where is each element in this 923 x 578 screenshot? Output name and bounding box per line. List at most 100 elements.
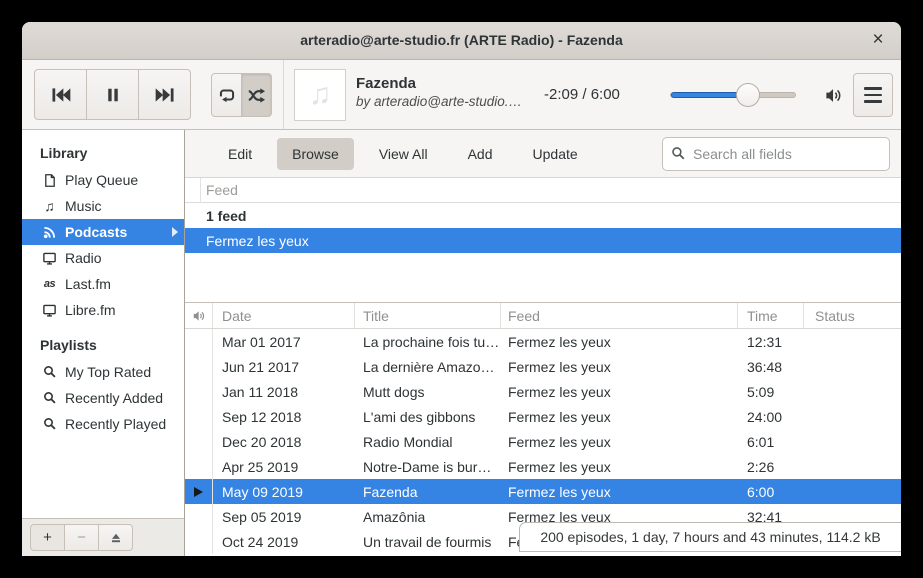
titlebar: arteradio@arte-studio.fr (ARTE Radio) - … <box>22 22 901 60</box>
feed-column-header[interactable]: Feed <box>501 303 738 328</box>
date-column-header[interactable]: Date <box>213 303 355 328</box>
browse-button[interactable]: Browse <box>277 138 354 170</box>
sidebar-item-my-top-rated[interactable]: My Top Rated <box>22 359 184 385</box>
feed-column-header[interactable]: Feed <box>185 178 901 203</box>
sidebar-item-label: Play Queue <box>65 172 138 188</box>
skip-backward-icon <box>50 84 72 106</box>
episode-row-selected[interactable]: May 09 2019 Fazenda Fermez les yeux 6:00 <box>185 479 901 504</box>
title-column-header[interactable]: Title <box>355 303 501 328</box>
time-display: -2:09 / 6:00 <box>544 86 620 103</box>
sidebar-item-lastfm[interactable]: as Last.fm <box>22 271 184 297</box>
album-art-placeholder: ♫ <box>294 69 346 121</box>
main-panel: Edit Browse View All Add Update <box>185 130 901 556</box>
episode-row[interactable]: Dec 20 2018 Radio Mondial Fermez les yeu… <box>185 429 901 454</box>
playing-column-header[interactable] <box>185 303 213 328</box>
pause-button[interactable] <box>86 69 139 120</box>
podcast-toolbar: Edit Browse View All Add Update <box>185 130 901 178</box>
next-button[interactable] <box>138 69 191 120</box>
hamburger-menu-icon <box>864 87 882 103</box>
music-note-icon: ♫ <box>309 78 332 112</box>
speaker-icon <box>824 86 843 105</box>
episode-row[interactable]: Apr 25 2019 Notre-Dame is bur… Fermez le… <box>185 454 901 479</box>
app-window: arteradio@arte-studio.fr (ARTE Radio) - … <box>22 22 901 556</box>
episode-row[interactable]: Mar 01 2017 La prochaine fois tu… Fermez… <box>185 329 901 354</box>
statusbar-text: 200 episodes, 1 day, 7 hours and 43 minu… <box>540 529 880 545</box>
now-playing-indicator-icon <box>194 487 203 497</box>
sidebar-item-label: Radio <box>65 250 102 266</box>
search-playlist-icon <box>41 365 58 379</box>
now-playing-title: Fazenda <box>356 75 544 92</box>
feed-browser: Feed 1 feed Fermez les yeux <box>185 178 901 303</box>
episode-row[interactable]: Jan 11 2018 Mutt dogs Fermez les yeux 5:… <box>185 379 901 404</box>
sidebar-item-music[interactable]: ♫ Music <box>22 193 184 219</box>
document-icon <box>41 173 58 188</box>
episode-table: Date Title Feed Time Status Mar 01 2017 … <box>185 303 901 556</box>
sidebar-item-podcasts[interactable]: Podcasts <box>22 219 184 245</box>
now-playing-info: Fazenda by arteradio@arte-studio.… <box>356 75 544 109</box>
search-playlist-icon <box>41 417 58 431</box>
librefm-icon <box>41 303 58 318</box>
playlists-header: Playlists <box>22 332 184 359</box>
volume-button[interactable] <box>815 77 851 113</box>
search-field[interactable] <box>662 137 890 171</box>
sidebar: Library Play Queue ♫ Music <box>22 130 185 556</box>
sidebar-item-recently-played[interactable]: Recently Played <box>22 411 184 437</box>
radio-icon <box>41 251 58 266</box>
time-column-header[interactable]: Time <box>738 303 804 328</box>
lastfm-icon: as <box>41 278 58 290</box>
add-button[interactable]: Add <box>453 138 508 170</box>
status-column-header[interactable]: Status <box>804 303 901 328</box>
rss-feed-icon <box>41 225 58 239</box>
sidebar-item-label: Recently Added <box>65 390 163 406</box>
search-icon <box>671 146 686 161</box>
shuffle-toggle[interactable] <box>241 73 272 117</box>
pause-icon <box>103 85 123 105</box>
repeat-toggle[interactable] <box>211 73 242 117</box>
close-button[interactable]: × <box>863 22 893 59</box>
content-area: Library Play Queue ♫ Music <box>22 130 901 556</box>
seek-slider-handle[interactable] <box>736 83 760 107</box>
repeat-icon <box>218 86 236 104</box>
sidebar-nav: Library Play Queue ♫ Music <box>22 130 184 518</box>
sidebar-item-label: Libre.fm <box>65 302 116 318</box>
sidebar-item-label: Podcasts <box>65 224 127 240</box>
shuffle-icon <box>247 86 266 105</box>
add-playlist-button[interactable]: + <box>30 524 65 551</box>
now-playing-artist: by arteradio@arte-studio.… <box>356 94 544 109</box>
transport-toolbar: ♫ Fazenda by arteradio@arte-studio.… -2:… <box>22 60 901 130</box>
sidebar-item-label: Recently Played <box>65 416 166 432</box>
music-note-icon: ♫ <box>41 199 58 213</box>
sidebar-item-librefm[interactable]: Libre.fm <box>22 297 184 323</box>
speaker-icon <box>192 309 206 323</box>
sidebar-item-radio[interactable]: Radio <box>22 245 184 271</box>
skip-forward-icon <box>154 84 176 106</box>
eject-button[interactable] <box>98 524 133 551</box>
search-playlist-icon <box>41 391 58 405</box>
statusbar-overlay: 200 episodes, 1 day, 7 hours and 43 minu… <box>519 522 901 552</box>
view-all-button[interactable]: View All <box>364 138 443 170</box>
sidebar-item-play-queue[interactable]: Play Queue <box>22 167 184 193</box>
previous-button[interactable] <box>34 69 87 120</box>
eject-icon <box>109 531 123 545</box>
episode-row[interactable]: Sep 12 2018 L'ami des gibbons Fermez les… <box>185 404 901 429</box>
update-button[interactable]: Update <box>518 138 593 170</box>
toolbar-separator <box>283 60 284 129</box>
expander-arrow-icon[interactable] <box>172 227 178 237</box>
sidebar-item-label: Last.fm <box>65 276 111 292</box>
library-header: Library <box>22 140 184 167</box>
sidebar-item-label: Music <box>65 198 102 214</box>
repeat-shuffle-group <box>211 73 272 117</box>
episode-row[interactable]: Jun 21 2017 La dernière Amazo… Fermez le… <box>185 354 901 379</box>
episode-table-header: Date Title Feed Time Status <box>185 303 901 329</box>
seek-slider[interactable] <box>670 92 796 98</box>
edit-button[interactable]: Edit <box>213 138 267 170</box>
feed-summary-row[interactable]: 1 feed <box>185 203 901 228</box>
sidebar-action-bar: + − <box>22 518 184 556</box>
feed-header-stub <box>185 178 201 202</box>
search-input[interactable] <box>693 146 881 162</box>
remove-playlist-button[interactable]: − <box>64 524 99 551</box>
feed-row-selected[interactable]: Fermez les yeux <box>185 228 901 253</box>
sidebar-item-recently-added[interactable]: Recently Added <box>22 385 184 411</box>
app-menu-button[interactable] <box>853 73 893 117</box>
window-title: arteradio@arte-studio.fr (ARTE Radio) - … <box>22 22 901 59</box>
